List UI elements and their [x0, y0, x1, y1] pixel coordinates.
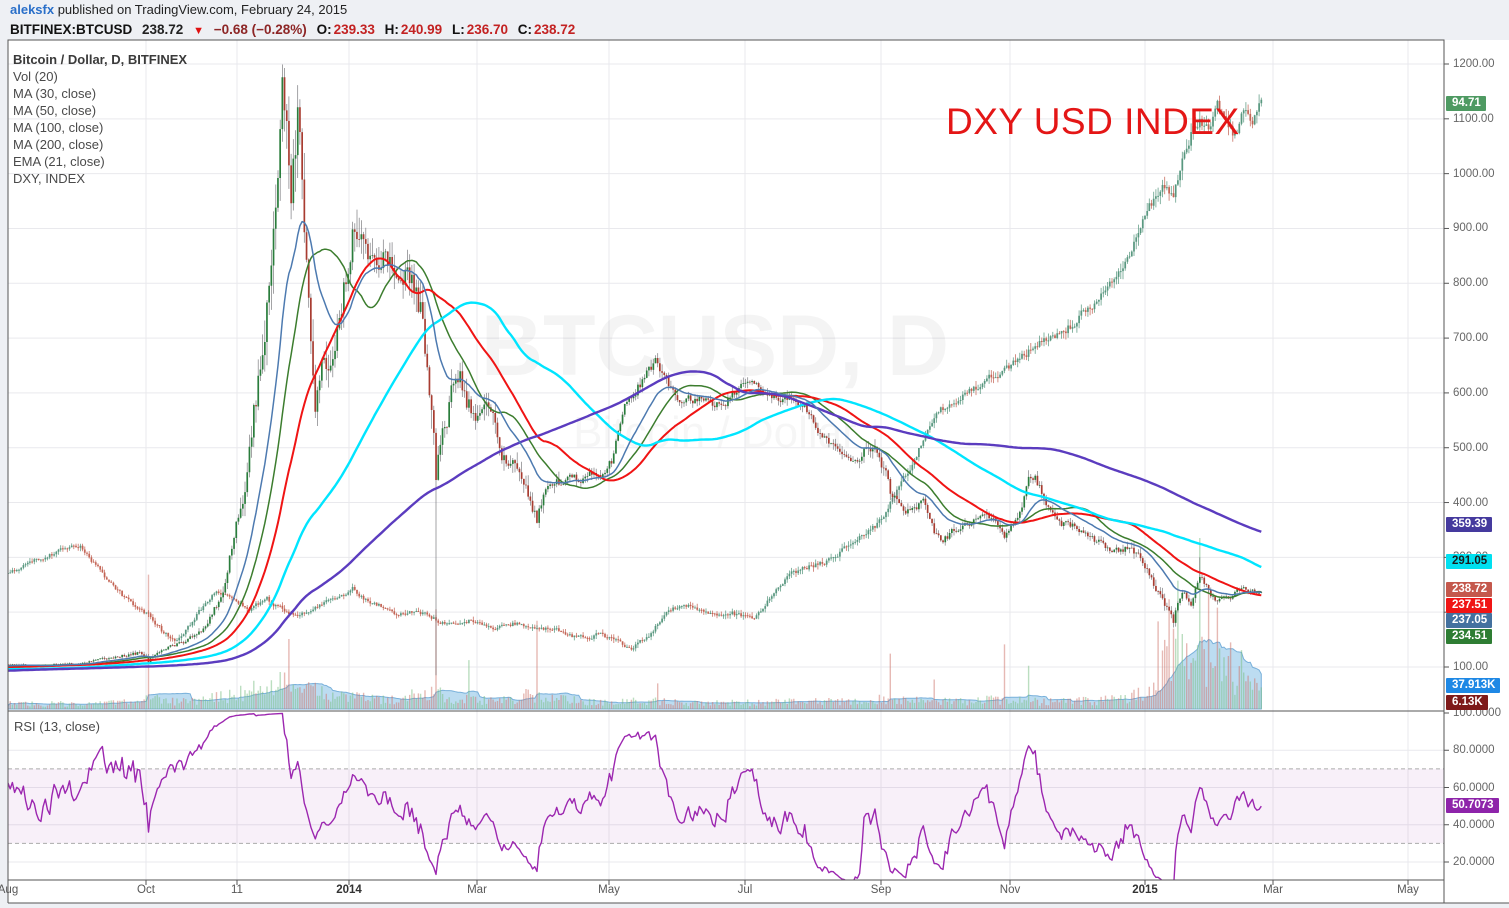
legend-item-5[interactable]: EMA (21, close) — [13, 153, 187, 170]
rsi-legend[interactable]: RSI (13, close) — [14, 719, 100, 734]
axis-value-label-ma200-last: 359.39 — [1446, 517, 1492, 532]
legend-item-4[interactable]: MA (200, close) — [13, 136, 187, 153]
price-tick-label: 1100.00 — [1453, 112, 1494, 126]
axis-value-label-rsi-last: 50.7073 — [1446, 798, 1499, 813]
chart-title: Bitcoin / Dollar, D, BITFINEX — [13, 51, 187, 68]
rsi-tick-label: 60.0000 — [1453, 781, 1495, 795]
legend-item-1[interactable]: MA (30, close) — [13, 85, 187, 102]
axis-value-label-ma30-last: 234.51 — [1446, 629, 1492, 644]
price-tick-label: 1000.00 — [1453, 167, 1495, 181]
price-tick-label: 700.00 — [1453, 331, 1488, 345]
time-tick-label: May — [587, 884, 631, 896]
legend-item-6[interactable]: DXY, INDEX — [13, 170, 187, 187]
time-tick-label: Aug — [0, 884, 30, 896]
time-tick-label: 2015 — [1123, 884, 1167, 896]
price-tick-label: 600.00 — [1453, 386, 1488, 400]
axis-value-label-ma100-last: 291.05 — [1446, 554, 1492, 569]
time-tick-label: 2014 — [327, 884, 371, 896]
axis-value-label-dxy-last: 94.71 — [1446, 96, 1486, 111]
rsi-tick-label: 80.0000 — [1453, 743, 1495, 757]
time-tick-label: May — [1386, 884, 1430, 896]
axis-value-label-volma-last: 37.913K — [1446, 678, 1500, 693]
tradingview-published-chart: aleksfx published on TradingView.com, Fe… — [0, 0, 1509, 908]
rsi-pane[interactable] — [8, 711, 1444, 880]
time-tick-label: Jul — [723, 884, 767, 896]
time-tick-label: Nov — [988, 884, 1032, 896]
time-tick-label: Mar — [1251, 884, 1295, 896]
price-tick-label: 100.00 — [1453, 660, 1488, 674]
time-tick-label: 11 — [215, 884, 259, 896]
axis-value-label-vol-last: 6.13K — [1446, 695, 1488, 710]
price-tick-label: 400.00 — [1453, 496, 1488, 510]
legend-item-2[interactable]: MA (50, close) — [13, 102, 187, 119]
axis-value-label-price-last: 238.72 — [1446, 582, 1492, 597]
axis-value-label-ema21-last: 237.05 — [1446, 613, 1492, 628]
axis-value-label-ma50-last: 237.51 — [1446, 598, 1492, 613]
rsi-tick-label: 40.0000 — [1453, 818, 1495, 832]
price-tick-label: 900.00 — [1453, 221, 1488, 235]
time-tick-label: Sep — [859, 884, 903, 896]
legend-item-0[interactable]: Vol (20) — [13, 68, 187, 85]
price-tick-label: 800.00 — [1453, 276, 1488, 290]
main-legend: Bitcoin / Dollar, D, BITFINEX Vol (20)MA… — [13, 51, 187, 187]
rsi-tick-label: 20.0000 — [1453, 855, 1495, 869]
legend-item-3[interactable]: MA (100, close) — [13, 119, 187, 136]
price-tick-label: 500.00 — [1453, 441, 1488, 455]
dxy-annotation-text: DXY USD INDEX — [946, 101, 1240, 143]
time-tick-label: Oct — [124, 884, 168, 896]
price-tick-label: 1200.00 — [1453, 57, 1495, 71]
time-tick-label: Mar — [455, 884, 499, 896]
